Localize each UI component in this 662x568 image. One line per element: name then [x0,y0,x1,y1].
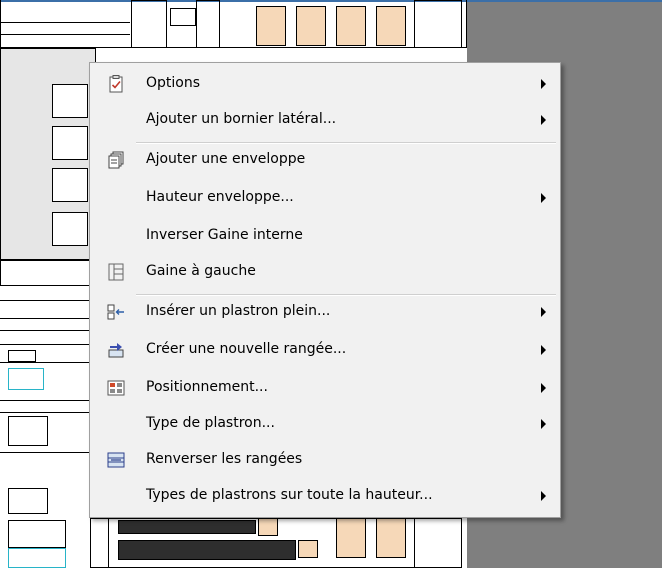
cabinet-module [336,6,366,46]
menu-item-label: Type de plastron... [146,415,275,431]
new-row-icon [106,340,126,360]
menu-item-add-side-terminal[interactable]: Ajouter un bornier latéral... [92,101,558,139]
menu-item-enclosure-height[interactable]: Hauteur enveloppe... [92,179,558,217]
drawing-cell [52,168,88,202]
breaker-module [118,540,296,560]
menu-item-label: Options [146,75,201,91]
submenu-arrow-icon [541,419,546,429]
terminal-block [8,368,44,390]
terminal-block [8,548,66,568]
menu-item-label: Hauteur enveloppe... [146,189,294,205]
positioning-icon [106,378,126,398]
left-duct-icon [106,262,126,282]
menu-item-create-new-row[interactable]: Créer une nouvelle rangée... [92,331,558,369]
menu-item-invert-internal-duct[interactable]: Inverser Gaine interne [92,217,558,255]
submenu-arrow-icon [541,383,546,393]
submenu-arrow-icon [541,115,546,125]
documents-stack-icon [106,150,126,170]
menu-item-reverse-rows[interactable]: Renverser les rangées [92,441,558,479]
terminal-block [8,350,36,362]
menu-item-label: Positionnement... [146,379,268,395]
submenu-arrow-icon [541,345,546,355]
insert-plate-icon [106,302,126,322]
submenu-arrow-icon [541,193,546,203]
cabinet-module [296,6,326,46]
menu-item-full-height-plate-types[interactable]: Types de plastrons sur toute la hauteur.… [92,477,558,515]
menu-item-duct-left[interactable]: Gaine à gauche [92,253,558,291]
menu-item-positioning[interactable]: Positionnement... [92,369,558,407]
submenu-arrow-icon [541,307,546,317]
menu-item-label: Renverser les rangées [146,451,303,467]
menu-item-label: Inverser Gaine interne [146,227,303,243]
cabinet-module [256,6,286,46]
menu-item-insert-blank-plate[interactable]: Insérer un plastron plein... [92,293,558,331]
menu-item-label: Ajouter une enveloppe [146,151,306,167]
submenu-arrow-icon [541,79,546,89]
drawing-cell [52,126,88,160]
drawing-cell [414,0,462,48]
menu-item-label: Gaine à gauche [146,263,256,279]
submenu-arrow-icon [541,491,546,501]
drawing-cell [131,0,167,48]
drawing-cell [170,8,196,26]
menu-item-label: Types de plastrons sur toute la hauteur.… [146,487,433,503]
clipboard-check-icon [106,74,126,94]
terminal-block [8,416,48,446]
terminal-block [8,520,66,548]
drawing-cell [52,84,88,118]
menu-item-plate-type[interactable]: Type de plastron... [92,405,558,443]
drawing-cell [414,518,462,568]
cabinet-module [376,518,406,558]
cabinet-module [336,518,366,558]
menu-item-add-enclosure[interactable]: Ajouter une enveloppe [92,141,558,179]
menu-item-options[interactable]: Options [92,65,558,103]
menu-item-label: Insérer un plastron plein... [146,303,331,319]
drawing-cell [52,212,88,246]
reverse-rows-icon [106,450,126,470]
menu-item-label: Créer une nouvelle rangée... [146,341,347,357]
drawing-cell [0,260,96,286]
breaker-module [118,520,256,534]
terminal-block [8,488,48,514]
cabinet-module [298,540,318,558]
drawing-cell [196,0,220,48]
menu-item-label: Ajouter un bornier latéral... [146,111,337,127]
cabinet-module [258,518,278,536]
context-menu: Options Ajouter un bornier latéral... Aj… [89,62,561,518]
cabinet-module [376,6,406,46]
